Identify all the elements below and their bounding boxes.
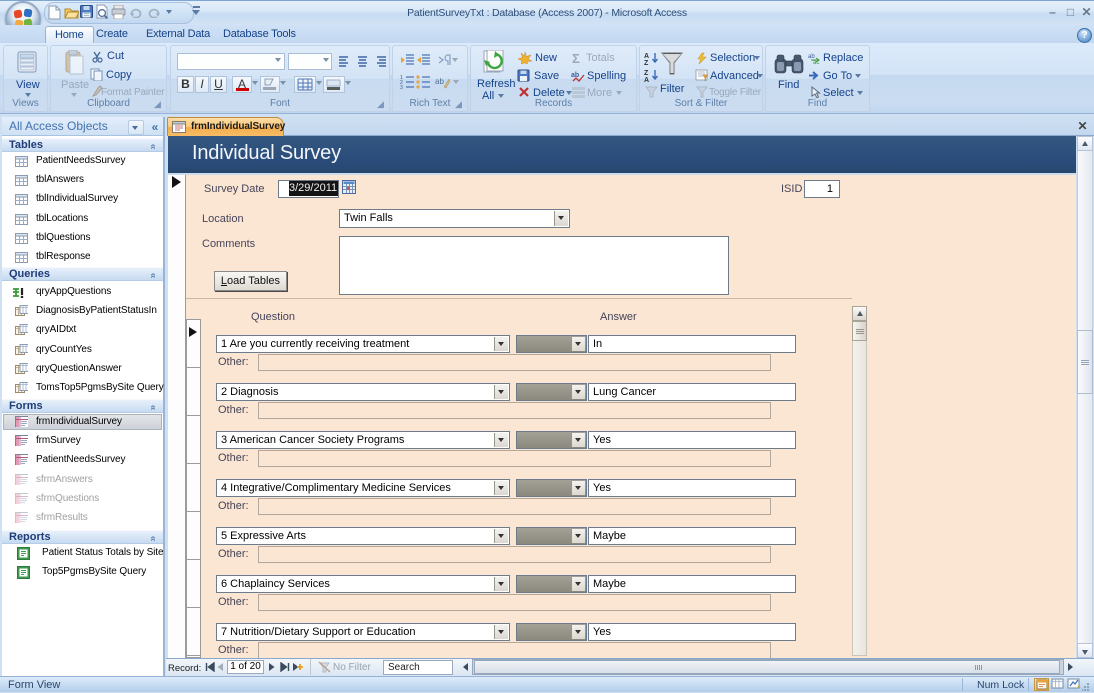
svg-text:A: A <box>644 53 649 60</box>
svg-text:ac: ac <box>813 60 819 64</box>
svg-text:Z: Z <box>644 70 649 77</box>
svg-text:3: 3 <box>400 85 403 89</box>
svg-text:Z: Z <box>644 60 649 65</box>
svg-text:ab: ab <box>571 72 579 79</box>
svg-text:ab: ab <box>435 77 444 86</box>
svg-text:A: A <box>644 77 649 82</box>
